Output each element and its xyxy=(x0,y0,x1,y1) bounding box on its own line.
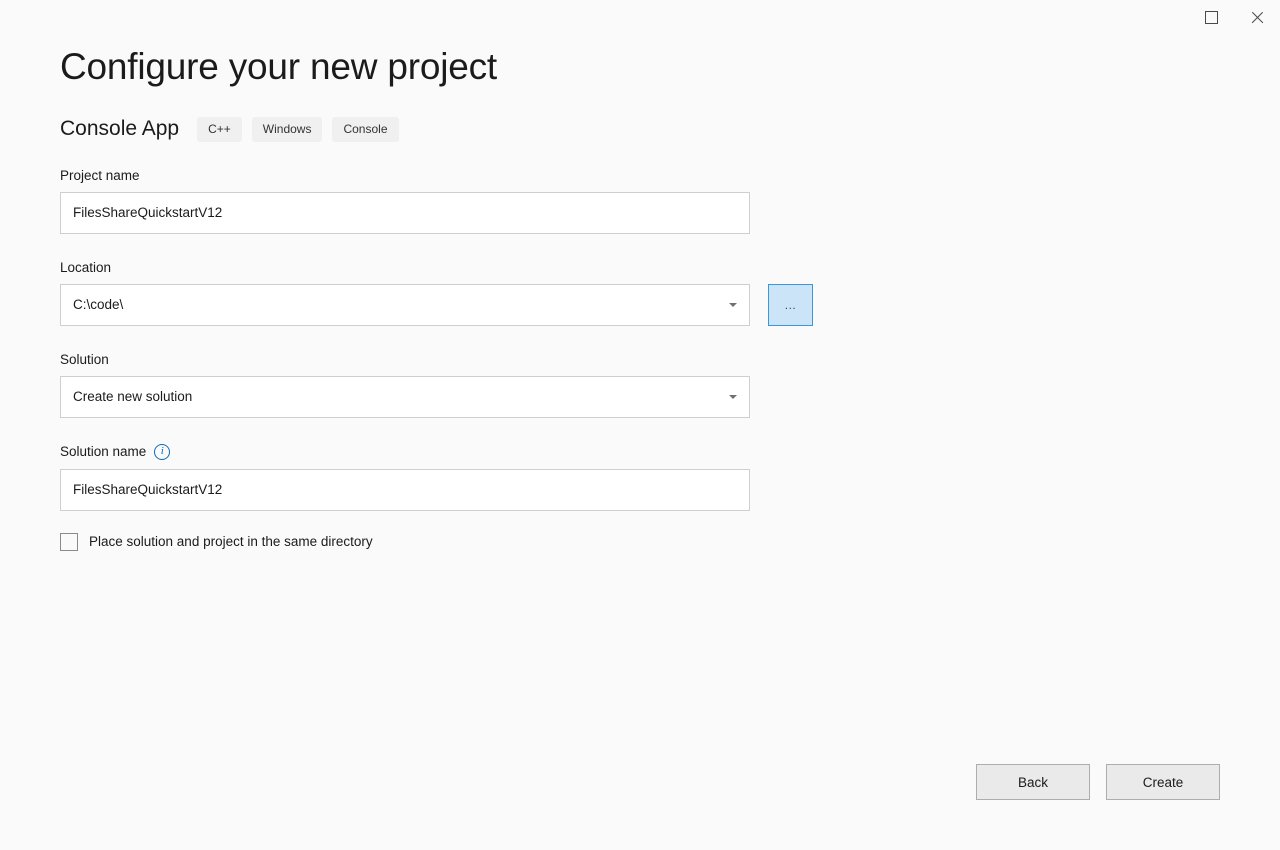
solution-value: Create new solution xyxy=(73,389,192,404)
tag-platform: Windows xyxy=(252,117,323,142)
solution-name-input[interactable] xyxy=(60,469,750,511)
same-directory-checkbox-row[interactable]: Place solution and project in the same d… xyxy=(60,533,1240,551)
project-name-input[interactable] xyxy=(60,192,750,234)
close-button[interactable] xyxy=(1234,0,1280,34)
same-directory-checkbox[interactable] xyxy=(60,533,78,551)
solution-combobox[interactable]: Create new solution xyxy=(60,376,750,418)
template-summary: Console App C++ Windows Console xyxy=(60,117,1240,142)
page-title: Configure your new project xyxy=(60,46,1240,89)
project-name-field-group: Project name xyxy=(60,168,1240,234)
project-name-label: Project name xyxy=(60,168,1240,183)
create-button[interactable]: Create xyxy=(1106,764,1220,800)
close-icon xyxy=(1250,10,1265,25)
title-bar xyxy=(0,0,1280,42)
dialog-footer: Back Create xyxy=(976,764,1220,800)
same-directory-label: Place solution and project in the same d… xyxy=(89,534,373,549)
solution-name-label: Solution name i xyxy=(60,444,1240,460)
maximize-icon xyxy=(1205,11,1218,24)
location-field-group: Location C:\code\ ... xyxy=(60,260,1240,326)
location-value: C:\code\ xyxy=(73,297,123,312)
maximize-button[interactable] xyxy=(1188,0,1234,34)
template-name: Console App xyxy=(60,117,179,141)
configure-project-panel: Configure your new project Console App C… xyxy=(60,46,1240,551)
solution-name-label-text: Solution name xyxy=(60,444,146,459)
chevron-down-icon xyxy=(729,303,737,307)
solution-name-field-group: Solution name i xyxy=(60,444,1240,511)
chevron-down-icon xyxy=(729,395,737,399)
back-button[interactable]: Back xyxy=(976,764,1090,800)
location-combobox[interactable]: C:\code\ xyxy=(60,284,750,326)
info-icon[interactable]: i xyxy=(154,444,170,460)
tag-project-type: Console xyxy=(332,117,398,142)
solution-field-group: Solution Create new solution xyxy=(60,352,1240,418)
tag-language: C++ xyxy=(197,117,242,142)
browse-location-button[interactable]: ... xyxy=(768,284,813,326)
solution-label: Solution xyxy=(60,352,1240,367)
location-label: Location xyxy=(60,260,1240,275)
